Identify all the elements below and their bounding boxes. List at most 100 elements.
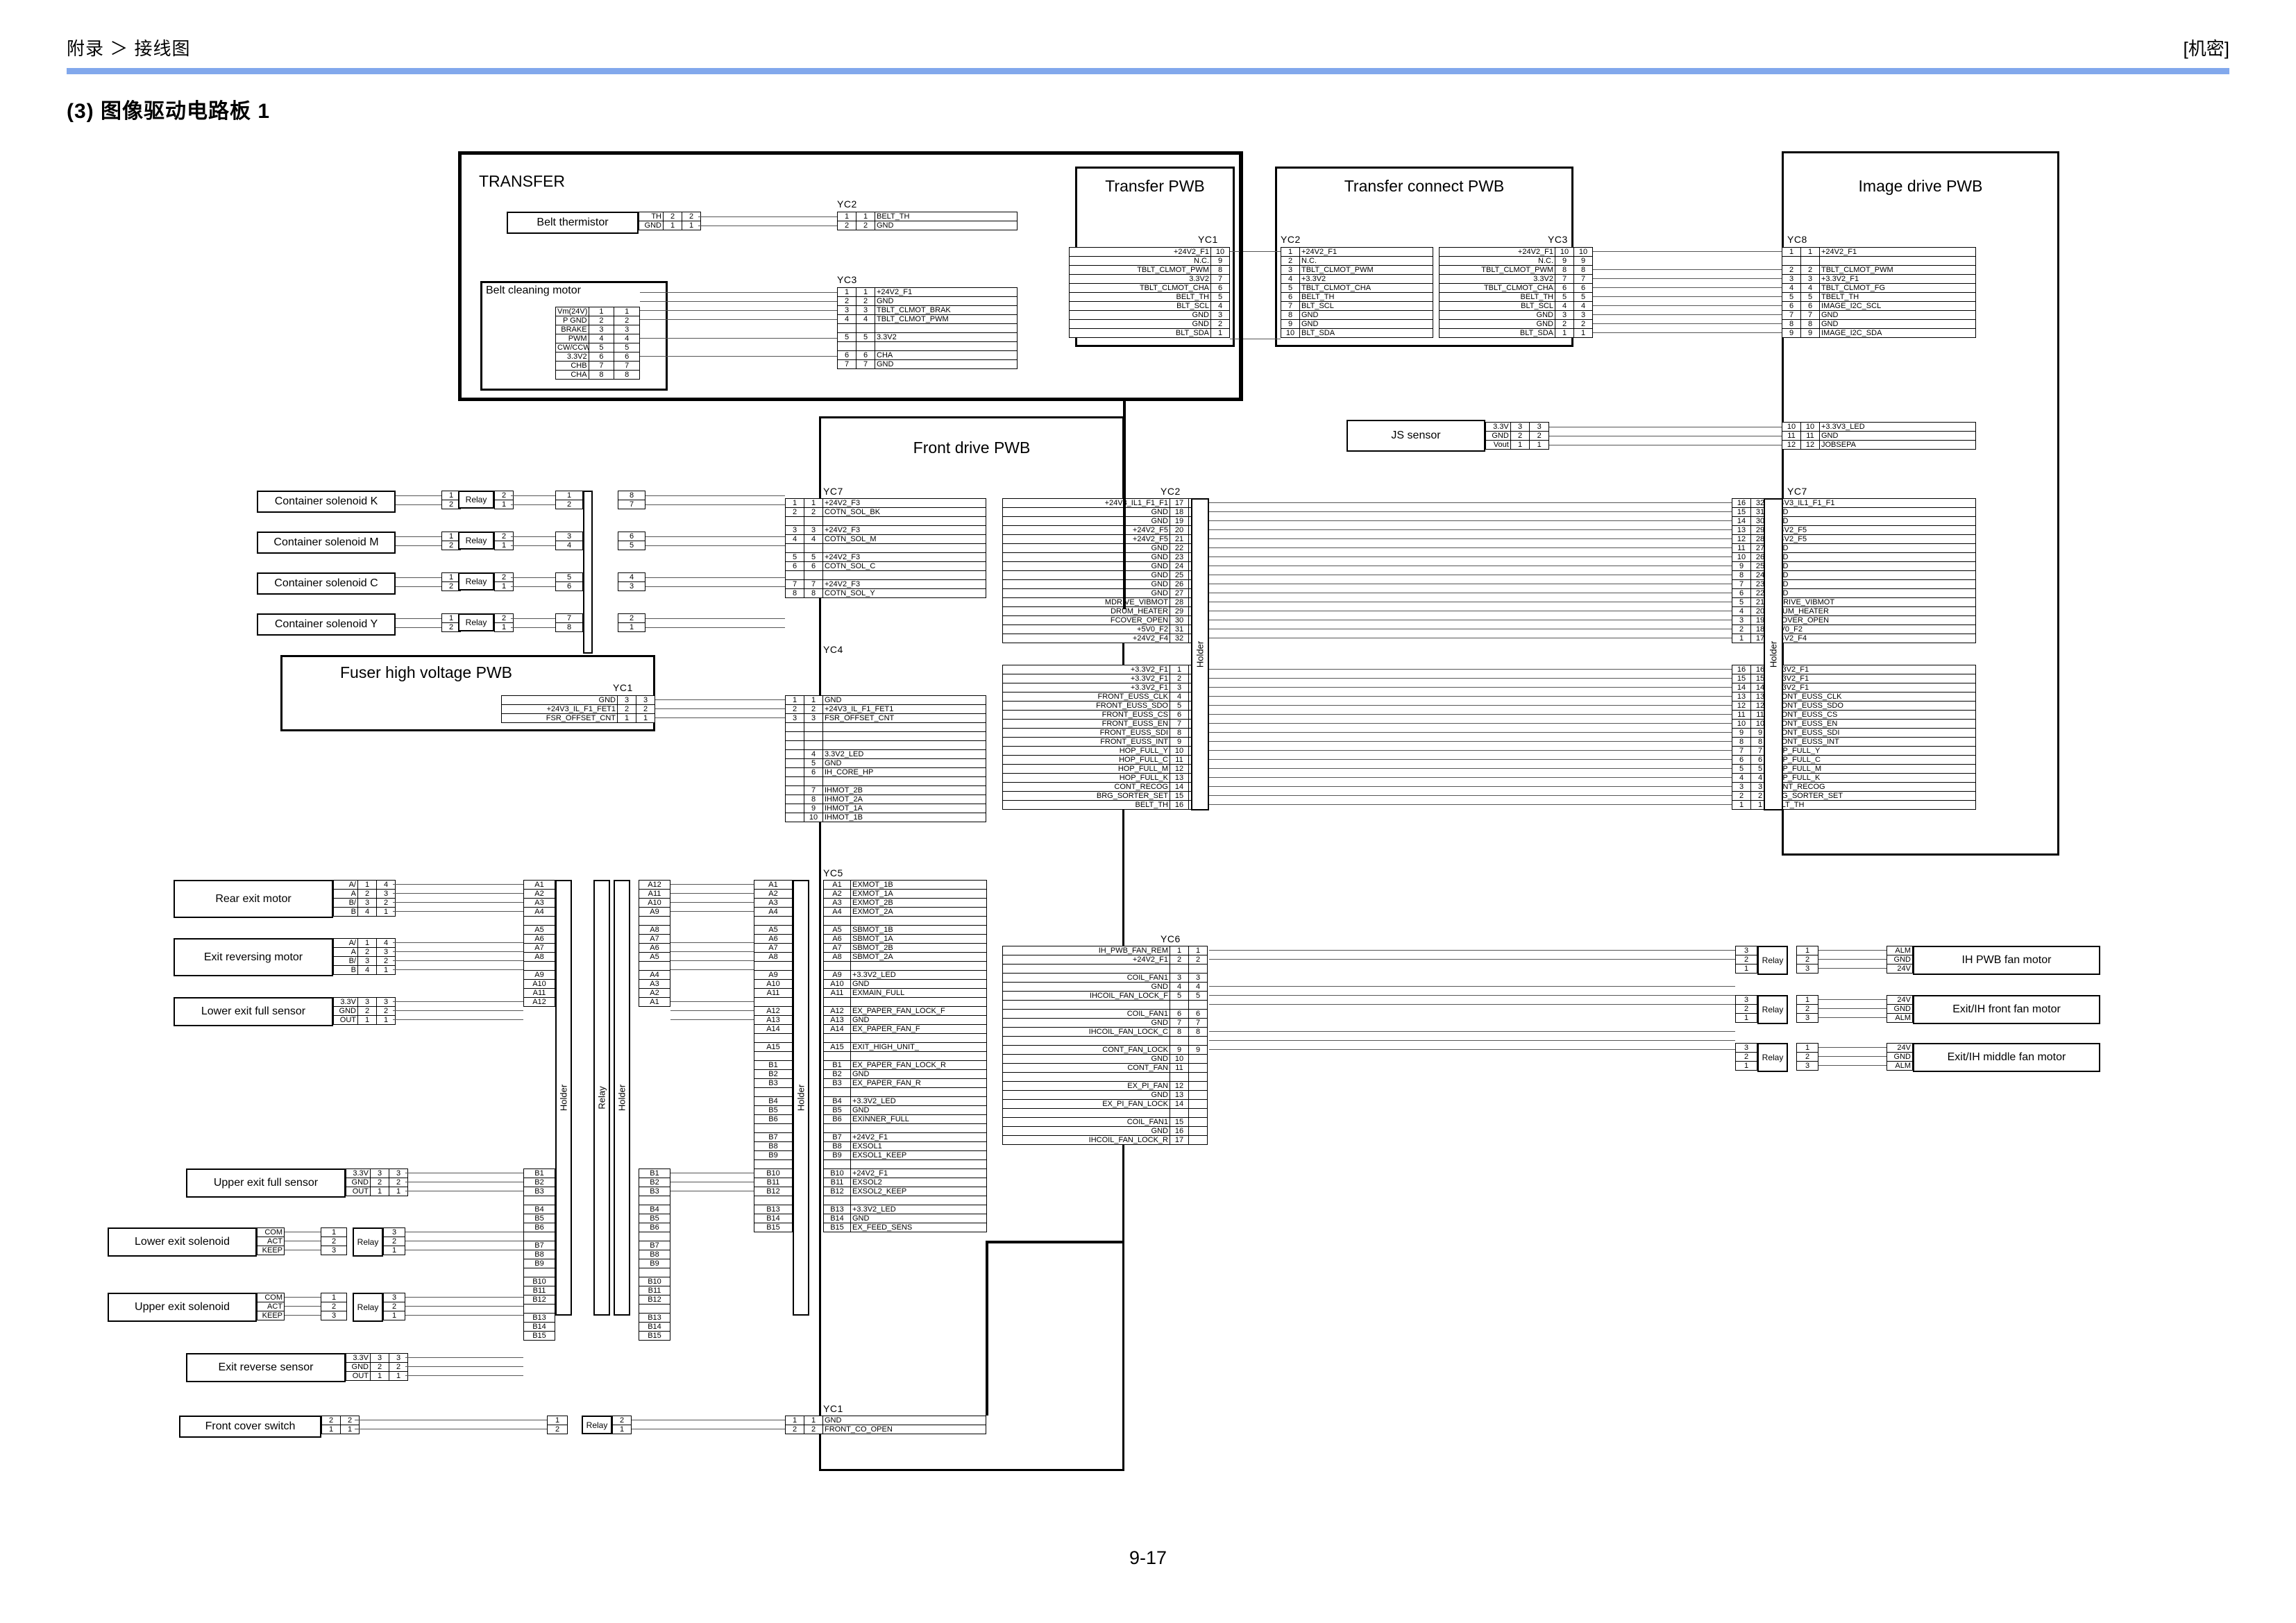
pin-row: 8 8 COTN_SOL_Y — [785, 588, 986, 598]
pin-cell — [822, 570, 986, 580]
pin-cell: +24V3_IL1_F1_F1 — [1002, 498, 1170, 508]
pin-row: B10 — [754, 1169, 793, 1178]
container-solenoid-k-device: Container solenoid K — [257, 491, 396, 513]
pin-cell — [785, 722, 804, 732]
pin-cell: 2 — [370, 1362, 389, 1372]
pin-row: 8 IHMOT_2A — [785, 794, 986, 804]
pin-row: 4 3.3V2_LED — [785, 749, 986, 759]
pin-row — [785, 731, 986, 741]
bus-b-right-col: B1 B2 B3 B4 B5 B6 B7 B8 B9 B10 B11 B12 B13 B14 B15 — [523, 1169, 555, 1341]
pin-row: 2 — [383, 1302, 405, 1311]
pin-cell: EX_PI_FAN — [1002, 1081, 1170, 1091]
pin-row: GND 3 — [1069, 310, 1230, 320]
pin-row: 3 TBLT_CLMOT_PWM — [1281, 265, 1433, 275]
pin-cell: GND — [1819, 319, 1976, 329]
pin-cell: A7 — [523, 943, 555, 953]
pin-row — [1002, 1072, 1208, 1082]
pin-row: OUT 1 1 — [333, 1015, 396, 1025]
pin-row — [785, 740, 986, 750]
pin-cell: 4 — [804, 534, 823, 544]
pin-cell: GND — [875, 296, 1018, 306]
pin-cell — [785, 776, 804, 786]
pin-cell: 3 — [376, 947, 396, 957]
pin-row: B13 +3.3V2_LED — [823, 1205, 987, 1214]
pin-cell: 4 — [357, 907, 377, 917]
pin-cell: B8 — [523, 1250, 555, 1259]
pin-cell: B4 — [754, 1096, 793, 1106]
pin-cell — [1188, 1036, 1208, 1046]
pin-cell: 5 — [1573, 292, 1593, 302]
pin-cell: 2 — [1735, 1004, 1757, 1014]
pin-row: A12 EX_PAPER_FAN_LOCK_F — [823, 1006, 987, 1016]
container-solenoid-m-device: Container solenoid M — [257, 532, 396, 554]
pin-cell: SBMOT_2B — [850, 943, 987, 953]
pin-cell: A6 — [523, 934, 555, 944]
pin-row: HOP_FULL_M1212 — [1002, 764, 1208, 774]
pin-row: A1 — [523, 880, 555, 890]
pin-row: 22 — [321, 1416, 360, 1425]
pin-cell: A8 — [823, 952, 851, 962]
connect-yc2-pins: 1 +24V2_F1 2 N.C. 3 TBLT_CLMOT_PWM 4 +3.3V2 5 TBL… — [1281, 247, 1433, 338]
pin-cell: A — [333, 947, 358, 957]
pin-cell: KEEP — [257, 1311, 285, 1320]
pin-row: GND2711 — [1002, 588, 1208, 598]
pin-row — [823, 1159, 987, 1169]
pin-cell: A5 — [823, 925, 851, 935]
pin-row: B1 — [754, 1060, 793, 1070]
container-c-relay: Relay — [458, 572, 494, 590]
pin-cell: 5 — [804, 758, 823, 768]
pin-cell: 2 — [785, 1425, 804, 1434]
pin-row: FCOVER_OPEN3014 — [1002, 615, 1208, 625]
pin-cell: +24V2_F1 — [1069, 247, 1211, 257]
transfer-yc2-pins: 1 1 BELT_TH 2 2 GND — [837, 212, 1018, 230]
pin-row: A15 EXIT_HIGH_UNIT_ — [823, 1042, 987, 1052]
pin-cell: A1 — [523, 880, 555, 890]
pin-cell: 25 — [1170, 570, 1189, 580]
pin-cell — [523, 1196, 555, 1205]
transfer-pwb-yc1-label: YC1 — [1198, 234, 1218, 245]
pin-cell: +3.3V2_F1 — [1769, 683, 1976, 692]
pin-row: A6 — [639, 943, 670, 953]
pin-cell: ALM — [1886, 1061, 1913, 1071]
pin-cell: B8 — [823, 1141, 851, 1151]
pin-cell: FRONT_EUSS_EN — [1002, 719, 1170, 729]
pin-cell: FCOVER_OPEN — [1002, 615, 1170, 625]
lower-exit-solenoid-device: Lower exit solenoid — [108, 1227, 257, 1257]
pin-row: A1 EXMOT_1B — [823, 880, 987, 890]
pin-row: A11 — [523, 988, 555, 998]
pin-cell — [785, 749, 804, 759]
pin-cell — [1819, 256, 1976, 266]
pin-cell: 6 — [588, 352, 615, 362]
pin-row: 3.3V2 7 — [1069, 274, 1230, 284]
pin-cell: B2 — [639, 1178, 670, 1187]
pin-cell: FRONT_EUSS_CS — [1002, 710, 1170, 720]
pin-cell: 1 — [555, 491, 583, 500]
pin-cell: 3 — [785, 525, 804, 535]
pin-row: 1 — [547, 1416, 568, 1425]
pin-row: GND 2 — [1069, 319, 1230, 329]
pin-cell: B5 — [639, 1214, 670, 1223]
pin-cell: 8 — [1800, 319, 1820, 329]
pin-cell: 1 — [1796, 946, 1818, 955]
pin-row — [639, 1304, 670, 1314]
pin-cell: HOP_FULL_K — [1002, 773, 1170, 783]
pin-cell: A10 — [754, 979, 793, 989]
pin-cell: B — [333, 965, 358, 975]
front-yc2-label: YC2 — [1160, 486, 1181, 497]
pin-row: BLT_SDA 1 — [1069, 328, 1230, 338]
pin-row: A8 — [523, 952, 555, 962]
pin-cell: 1 — [1170, 665, 1189, 674]
pin-row: A14 EX_PAPER_FAN_F — [823, 1024, 987, 1034]
pin-cell: GND — [1299, 319, 1433, 329]
pin-cell — [1188, 1081, 1208, 1091]
pin-cell: 3 — [856, 305, 875, 315]
confidential-marking: [机密] — [2183, 38, 2229, 59]
pin-cell: 2 — [1188, 955, 1208, 965]
pin-cell: BELT_TH — [1769, 800, 1976, 810]
container-y-relay-out: 21 — [494, 613, 514, 632]
pin-row: TBLT_CLMOT_CHA 6 6 — [1439, 283, 1593, 293]
pin-cell: 6 — [804, 767, 823, 777]
pin-cell: 5 — [1800, 292, 1820, 302]
pin-row: 1 +24V2_F1 — [1281, 247, 1433, 257]
pin-cell: A1 — [823, 880, 851, 890]
